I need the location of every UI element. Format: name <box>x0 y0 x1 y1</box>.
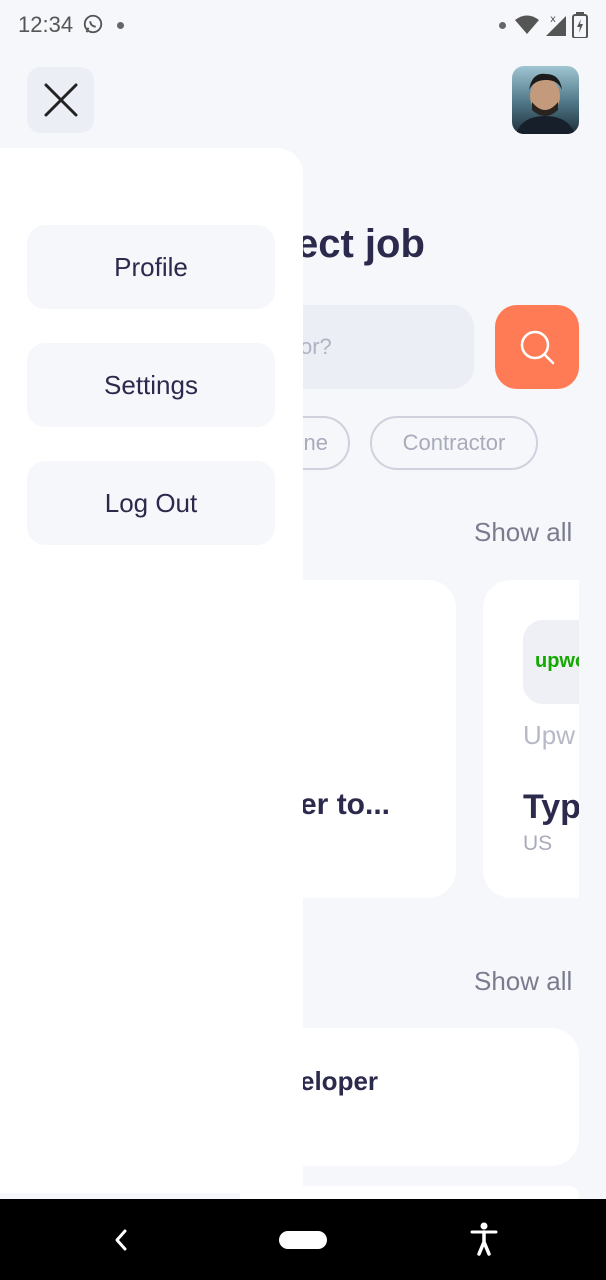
company-logo: upwo <box>523 620 579 704</box>
home-button[interactable] <box>279 1231 327 1249</box>
user-avatar-image <box>516 73 575 134</box>
signal-icon: x <box>546 14 566 36</box>
job-location: US <box>523 832 553 855</box>
notification-dot-icon <box>499 22 506 29</box>
show-all-link[interactable]: Show all <box>474 517 572 548</box>
search-icon <box>520 330 555 365</box>
search-placeholder: or? <box>300 334 332 359</box>
search-button[interactable] <box>495 305 579 389</box>
menu-item-log-out[interactable]: Log Out <box>27 461 275 545</box>
show-all-link[interactable]: Show all <box>474 966 572 997</box>
page-title: ect job <box>296 222 425 266</box>
close-menu-button[interactable] <box>27 67 94 133</box>
battery-icon <box>572 12 588 38</box>
notification-dot-icon <box>117 22 124 29</box>
job-card-clip: upwo Upw Typ US <box>483 580 579 898</box>
svg-text:x: x <box>550 14 556 25</box>
recent-job-title: eloper <box>300 1066 379 1096</box>
whatsapp-icon <box>83 14 103 34</box>
close-icon <box>44 83 77 117</box>
job-company: Upw <box>523 720 576 750</box>
avatar[interactable] <box>512 66 579 134</box>
upwork-logo-text: upwo <box>535 650 579 672</box>
job-card-title: er to... <box>300 788 391 821</box>
job-card[interactable]: upwo Upw Typ US <box>483 580 579 898</box>
wifi-icon <box>515 15 539 34</box>
job-title: Typ <box>523 788 579 826</box>
menu-item-settings[interactable]: Settings <box>27 343 275 427</box>
filter-chip-contractor[interactable]: Contractor <box>370 416 538 470</box>
back-icon[interactable] <box>110 1227 132 1253</box>
status-time: 12:34 <box>18 12 74 37</box>
menu-item-profile[interactable]: Profile <box>27 225 275 309</box>
accessibility-icon[interactable] <box>470 1222 498 1256</box>
